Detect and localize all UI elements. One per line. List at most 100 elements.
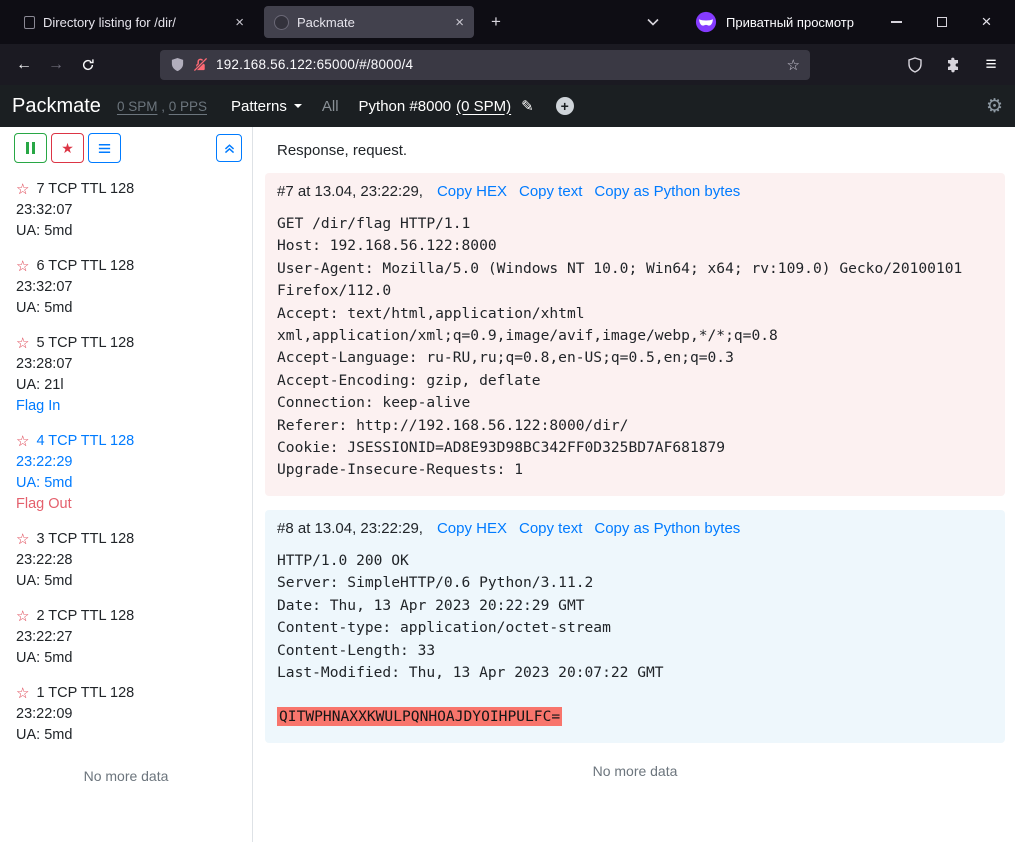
reload-button[interactable] xyxy=(72,50,104,80)
packet-time: 23:22:09 xyxy=(16,706,242,722)
minimize-icon xyxy=(891,21,902,23)
private-mask-icon xyxy=(695,11,717,33)
request-packet-card: #7 at 13.04, 23:22:29, Copy HEX Copy tex… xyxy=(265,173,1005,496)
packet-title: 2 TCP TTL 128 xyxy=(36,608,134,624)
packet-ua: UA: 21l xyxy=(16,377,242,393)
packet-title: 4 TCP TTL 128 xyxy=(36,433,134,449)
copy-text-link[interactable]: Copy text xyxy=(519,520,582,537)
navbar-right-icons: ≡ xyxy=(899,50,1007,80)
brand[interactable]: Packmate xyxy=(12,95,101,118)
packet-payload: GET /dir/flag HTTP/1.1 Host: 192.168.56.… xyxy=(277,213,965,482)
close-icon[interactable]: × xyxy=(235,14,244,31)
settings-gear-icon[interactable]: ⚙ xyxy=(986,95,1003,118)
tab-title: Packmate xyxy=(297,15,447,30)
packet-title: 5 TCP TTL 128 xyxy=(36,335,134,351)
extensions-puzzle-icon[interactable] xyxy=(937,50,969,80)
copy-hex-link[interactable]: Copy HEX xyxy=(437,183,507,200)
back-button[interactable]: ← xyxy=(8,50,40,80)
list-tabs-chevron-icon[interactable] xyxy=(640,9,666,35)
packet-list-item[interactable]: ☆3 TCP TTL 128 23:22:28 UA: 5md xyxy=(16,521,242,598)
packet-title: 1 TCP TTL 128 xyxy=(36,685,134,701)
insecure-lock-icon[interactable] xyxy=(193,57,208,72)
favorites-filter-button[interactable]: ★ xyxy=(51,133,84,163)
packet-time: 23:22:29 xyxy=(16,454,242,470)
menu-icon[interactable]: ≡ xyxy=(975,50,1007,80)
payload-flag-line: QITWPHNAXXKWULPQNHOAJDYOIHPULFC= xyxy=(277,706,993,728)
packet-payload: HTTP/1.0 200 OK Server: SimpleHTTP/0.6 P… xyxy=(277,550,965,684)
packet-list-item[interactable]: ☆ 5 TCP TTL 128 23:28:07 UA: 21l Flag In xyxy=(16,325,242,423)
url-bar[interactable]: 192.168.56.122:65000/#/8000/4 ☆ xyxy=(160,50,810,80)
service-name: Python #8000 xyxy=(359,98,452,115)
forward-button[interactable]: → xyxy=(40,50,72,80)
packmate-header: Packmate 0 SPM , 0 PPS Patterns All Pyth… xyxy=(0,85,1015,127)
favorite-star-icon[interactable]: ☆ xyxy=(16,609,29,624)
minimize-button[interactable] xyxy=(874,0,919,44)
tab-directory-listing[interactable]: Directory listing for /dir/ × xyxy=(14,6,254,38)
pps-stat: 0 PPS xyxy=(169,99,207,114)
copy-python-link[interactable]: Copy as Python bytes xyxy=(594,520,740,537)
packet-title: 3 TCP TTL 128 xyxy=(36,531,134,547)
patterns-dropdown[interactable]: Patterns xyxy=(231,98,302,115)
navigation-toolbar: ← → 192.168.56.122:65000/#/8000/4 ☆ xyxy=(0,44,1015,85)
protections-shield-icon[interactable] xyxy=(899,50,931,80)
pause-icon xyxy=(26,142,35,154)
page-body: ★ ☆7 TCP TTL 128 23:32:07 UA: 5md xyxy=(0,127,1015,842)
close-icon[interactable]: × xyxy=(455,14,464,31)
window-controls: × xyxy=(874,0,1009,44)
tab-packmate[interactable]: Packmate × xyxy=(264,6,474,38)
copy-python-link[interactable]: Copy as Python bytes xyxy=(594,183,740,200)
browser-window: Directory listing for /dir/ × Packmate ×… xyxy=(0,0,1015,842)
private-browsing-label: Приватный просмотр xyxy=(726,15,854,30)
favorite-star-icon[interactable]: ☆ xyxy=(16,532,29,547)
tab-bar: Directory listing for /dir/ × Packmate ×… xyxy=(0,0,1015,44)
packet-list-item[interactable]: ☆ 2 TCP TTL 128 23:22:27 UA: 5md xyxy=(16,598,242,675)
packet-ua: UA: 5md xyxy=(16,727,242,743)
packet-time: 23:28:07 xyxy=(16,356,242,372)
scroll-to-top-button[interactable] xyxy=(216,134,242,162)
favorite-star-icon[interactable]: ☆ xyxy=(16,259,29,274)
service-tab[interactable]: Python #8000 (0 SPM) xyxy=(359,98,512,115)
favorite-star-icon[interactable]: ☆ xyxy=(16,182,29,197)
add-service-button[interactable]: + xyxy=(556,97,574,115)
copy-hex-link[interactable]: Copy HEX xyxy=(437,520,507,537)
list-icon xyxy=(97,141,112,156)
packet-ua: UA: 5md xyxy=(16,223,242,239)
favorite-star-icon[interactable]: ☆ xyxy=(16,336,29,351)
packet-ua: UA: 5md xyxy=(16,650,242,666)
window-close-button[interactable]: × xyxy=(964,0,1009,44)
packmate-favicon-icon xyxy=(274,15,289,30)
packet-list-item-selected[interactable]: ☆4 TCP TTL 128 23:22:29 UA: 5md Flag Out xyxy=(16,423,242,521)
list-view-button[interactable] xyxy=(88,133,121,163)
pattern-match-highlight: QITWPHNAXXKWULPQNHOAJDYOIHPULFC= xyxy=(277,707,562,726)
packet-header-label: #7 at 13.04, 23:22:29, xyxy=(277,183,423,200)
packet-time: 23:32:07 xyxy=(16,202,242,218)
packet-list: ☆7 TCP TTL 128 23:32:07 UA: 5md ☆6 TCP T… xyxy=(0,171,252,752)
sidebar-toolbar: ★ xyxy=(14,133,244,163)
edit-service-pencil-icon[interactable]: ✎ xyxy=(521,97,534,115)
favorite-star-icon[interactable]: ☆ xyxy=(16,434,29,449)
url-input[interactable]: 192.168.56.122:65000/#/8000/4 xyxy=(216,57,779,72)
stream-description: Response, request. xyxy=(277,142,1005,159)
tracking-protection-shield-icon[interactable] xyxy=(170,57,185,72)
new-tab-button[interactable]: + xyxy=(482,8,510,36)
flag-in-link[interactable]: Flag In xyxy=(16,398,242,414)
packet-time: 23:22:27 xyxy=(16,629,242,645)
maximize-icon xyxy=(937,17,947,27)
packet-time: 23:22:28 xyxy=(16,552,242,568)
filter-all-link[interactable]: All xyxy=(322,98,339,115)
maximize-button[interactable] xyxy=(919,0,964,44)
packet-list-item[interactable]: ☆6 TCP TTL 128 23:32:07 UA: 5md xyxy=(16,248,242,325)
packet-list-item[interactable]: ☆7 TCP TTL 128 23:32:07 UA: 5md xyxy=(16,171,242,248)
spm-stat: 0 SPM xyxy=(117,99,158,114)
packet-list-sidebar: ★ ☆7 TCP TTL 128 23:32:07 UA: 5md xyxy=(0,127,253,842)
packet-header-label: #8 at 13.04, 23:22:29, xyxy=(277,520,423,537)
bookmark-star-icon[interactable]: ☆ xyxy=(787,56,800,74)
pause-stream-button[interactable] xyxy=(14,133,47,163)
packet-list-item[interactable]: ☆ 1 TCP TTL 128 23:22:09 UA: 5md xyxy=(16,675,242,752)
flag-out-link[interactable]: Flag Out xyxy=(16,496,242,512)
packet-ua: UA: 5md xyxy=(16,300,242,316)
favorite-star-icon[interactable]: ☆ xyxy=(16,686,29,701)
tab-title: Directory listing for /dir/ xyxy=(43,15,227,30)
no-more-data-label: No more data xyxy=(0,768,252,784)
copy-text-link[interactable]: Copy text xyxy=(519,183,582,200)
